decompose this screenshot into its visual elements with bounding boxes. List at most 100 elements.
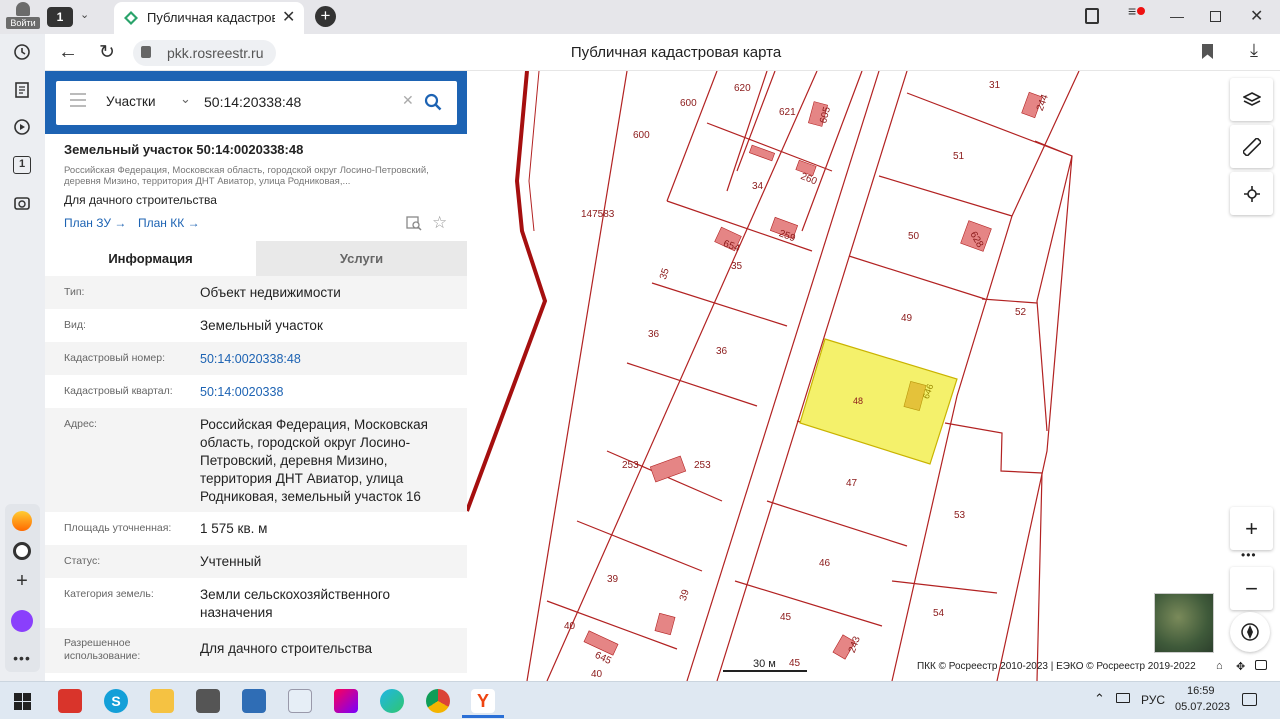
minimize-button[interactable]: — (1170, 8, 1184, 24)
svg-text:35: 35 (658, 267, 672, 281)
svg-text:48: 48 (853, 396, 863, 406)
tab-info[interactable]: Информация (45, 241, 256, 276)
close-tab-icon[interactable]: ✕ (282, 7, 295, 27)
profile-button[interactable]: Войти (6, 2, 40, 32)
svg-text:40: 40 (591, 669, 603, 680)
network-icon[interactable] (1116, 693, 1130, 703)
map-copyright: ПКК © Росреестр 2010-2023 | ЕЭКО © Росре… (917, 661, 1196, 672)
svg-text:45: 45 (780, 612, 792, 623)
more-icon[interactable]: ••• (11, 647, 33, 669)
satellite-thumbnail[interactable] (1154, 593, 1214, 653)
add-app-icon[interactable]: + (11, 570, 33, 592)
clock-date[interactable]: 05.07.2023 (1175, 701, 1230, 713)
pin-icon[interactable]: ✥ (1236, 660, 1245, 673)
info-row-type: Тип: Объект недвижимости (45, 276, 467, 309)
svg-text:260: 260 (799, 171, 819, 188)
svg-text:50: 50 (908, 231, 920, 242)
search-icon[interactable] (424, 93, 442, 111)
tab-counter-button[interactable]: 1 (47, 7, 73, 27)
zoom-in-button[interactable]: + (1230, 507, 1273, 550)
tray-chevron-icon[interactable]: ⌃ (1094, 691, 1105, 707)
locate-button[interactable] (1230, 172, 1273, 215)
notifications-icon[interactable] (1242, 693, 1257, 706)
windows-taskbar: S Y ⌃ РУС 16:59 05.07.2023 (0, 681, 1280, 719)
photos-icon[interactable] (242, 689, 266, 713)
file-explorer-icon[interactable] (150, 689, 174, 713)
tab-services[interactable]: Услуги (256, 241, 467, 276)
restore-button[interactable] (1210, 11, 1221, 22)
zoom-to-object-icon[interactable] (406, 215, 422, 231)
category-select[interactable]: Участки (106, 94, 156, 109)
cadastral-number-link[interactable]: 50:14:0020338:48 (200, 350, 301, 368)
tab-one-icon[interactable]: 1 (11, 154, 33, 176)
new-tab-button[interactable]: + (315, 6, 336, 27)
home-icon[interactable]: ⌂ (1216, 660, 1223, 672)
svg-text:147583: 147583 (581, 209, 615, 220)
back-arrow-icon[interactable]: ← (58, 41, 78, 64)
crosshair-icon (1243, 185, 1260, 202)
lock-icon (141, 46, 151, 58)
cadastral-quarter-link[interactable]: 50:14:0020338 (200, 383, 283, 401)
svg-text:253: 253 (694, 460, 711, 471)
svg-text:600: 600 (633, 130, 650, 141)
bookmark-icon[interactable] (1202, 44, 1213, 59)
zoom-more-icon[interactable]: ••• (1241, 548, 1257, 562)
plan-kk-link[interactable]: План КК → (138, 216, 200, 230)
app-purple-icon[interactable] (334, 689, 358, 713)
chat-icon[interactable] (1255, 660, 1267, 670)
app-red-icon[interactable] (58, 689, 82, 713)
notepad-icon[interactable] (288, 689, 312, 713)
cadastral-map[interactable]: 600 620 621 605 31 244 600 51 34 260 147… (467, 71, 1280, 681)
alice-icon[interactable] (11, 610, 33, 632)
skype-icon[interactable]: S (104, 689, 128, 713)
calculator-icon[interactable] (196, 689, 220, 713)
close-window-button[interactable]: ✕ (1250, 6, 1263, 26)
svg-text:253: 253 (622, 460, 639, 471)
hamburger-icon[interactable] (70, 93, 86, 107)
search-header: Участки ⌄ 50:14:20338:48 ✕ ‹ (45, 71, 481, 134)
language-indicator[interactable]: РУС (1141, 693, 1165, 707)
measure-button[interactable] (1230, 125, 1273, 168)
parcel-address-short: Российская Федерация, Московская область… (64, 165, 429, 187)
svg-text:45: 45 (789, 658, 801, 669)
yandex-browser-icon[interactable]: Y (471, 689, 495, 713)
compass-button[interactable] (1230, 612, 1270, 652)
category-chevron-icon[interactable]: ⌄ (180, 91, 191, 107)
circle-app-icon[interactable] (11, 540, 33, 562)
windows-start-icon[interactable] (14, 693, 31, 710)
camera-icon[interactable] (11, 192, 33, 214)
star-icon[interactable]: ☆ (432, 213, 447, 233)
info-row-address: Адрес: Российская Федерация, Московская … (45, 408, 467, 512)
tab-title: Публичная кадастровая карта (147, 10, 275, 25)
svg-text:46: 46 (819, 558, 831, 569)
layers-button[interactable] (1230, 78, 1273, 121)
search-input[interactable]: 50:14:20338:48 (204, 94, 301, 110)
active-tab[interactable]: Публичная кадастровая карта ✕ (114, 2, 304, 34)
page-title: Публичная кадастровая карта (570, 44, 782, 61)
svg-text:39: 39 (678, 588, 692, 602)
svg-text:620: 620 (734, 83, 751, 94)
clock-time[interactable]: 16:59 (1187, 685, 1215, 697)
chrome-icon[interactable] (426, 689, 450, 713)
selected-parcel-48[interactable] (799, 338, 958, 465)
chevron-down-icon[interactable]: ⌄ (80, 8, 89, 21)
clear-icon[interactable]: ✕ (402, 92, 414, 109)
video-icon[interactable] (11, 116, 33, 138)
url-field[interactable]: pkk.rosreestr.ru (133, 40, 276, 66)
plan-zu-link[interactable]: План ЗУ → (64, 216, 126, 230)
reload-icon[interactable]: ↻ (99, 41, 115, 64)
info-row-cadastral-quarter: Кадастровый квартал: 50:14:0020338 (45, 375, 467, 408)
parcel-title: Земельный участок 50:14:0020338:48 (64, 142, 304, 157)
yandex-market-icon[interactable] (11, 510, 33, 532)
rosreestr-favicon-icon (124, 11, 138, 25)
map-canvas[interactable]: 600 620 621 605 31 244 600 51 34 260 147… (467, 71, 1280, 681)
history-icon[interactable] (11, 41, 33, 63)
collections-side-icon[interactable] (11, 79, 33, 101)
address-bar: ← ↻ pkk.rosreestr.ru Публичная кадастров… (0, 34, 1280, 71)
collections-icon[interactable] (1085, 8, 1099, 24)
search-box: Участки ⌄ 50:14:20338:48 ✕ (56, 81, 457, 125)
zoom-out-button[interactable]: − (1230, 567, 1273, 610)
svg-text:52: 52 (1015, 307, 1027, 318)
download-icon[interactable]: ⤓ (1250, 40, 1258, 61)
edge-icon[interactable] (380, 689, 404, 713)
